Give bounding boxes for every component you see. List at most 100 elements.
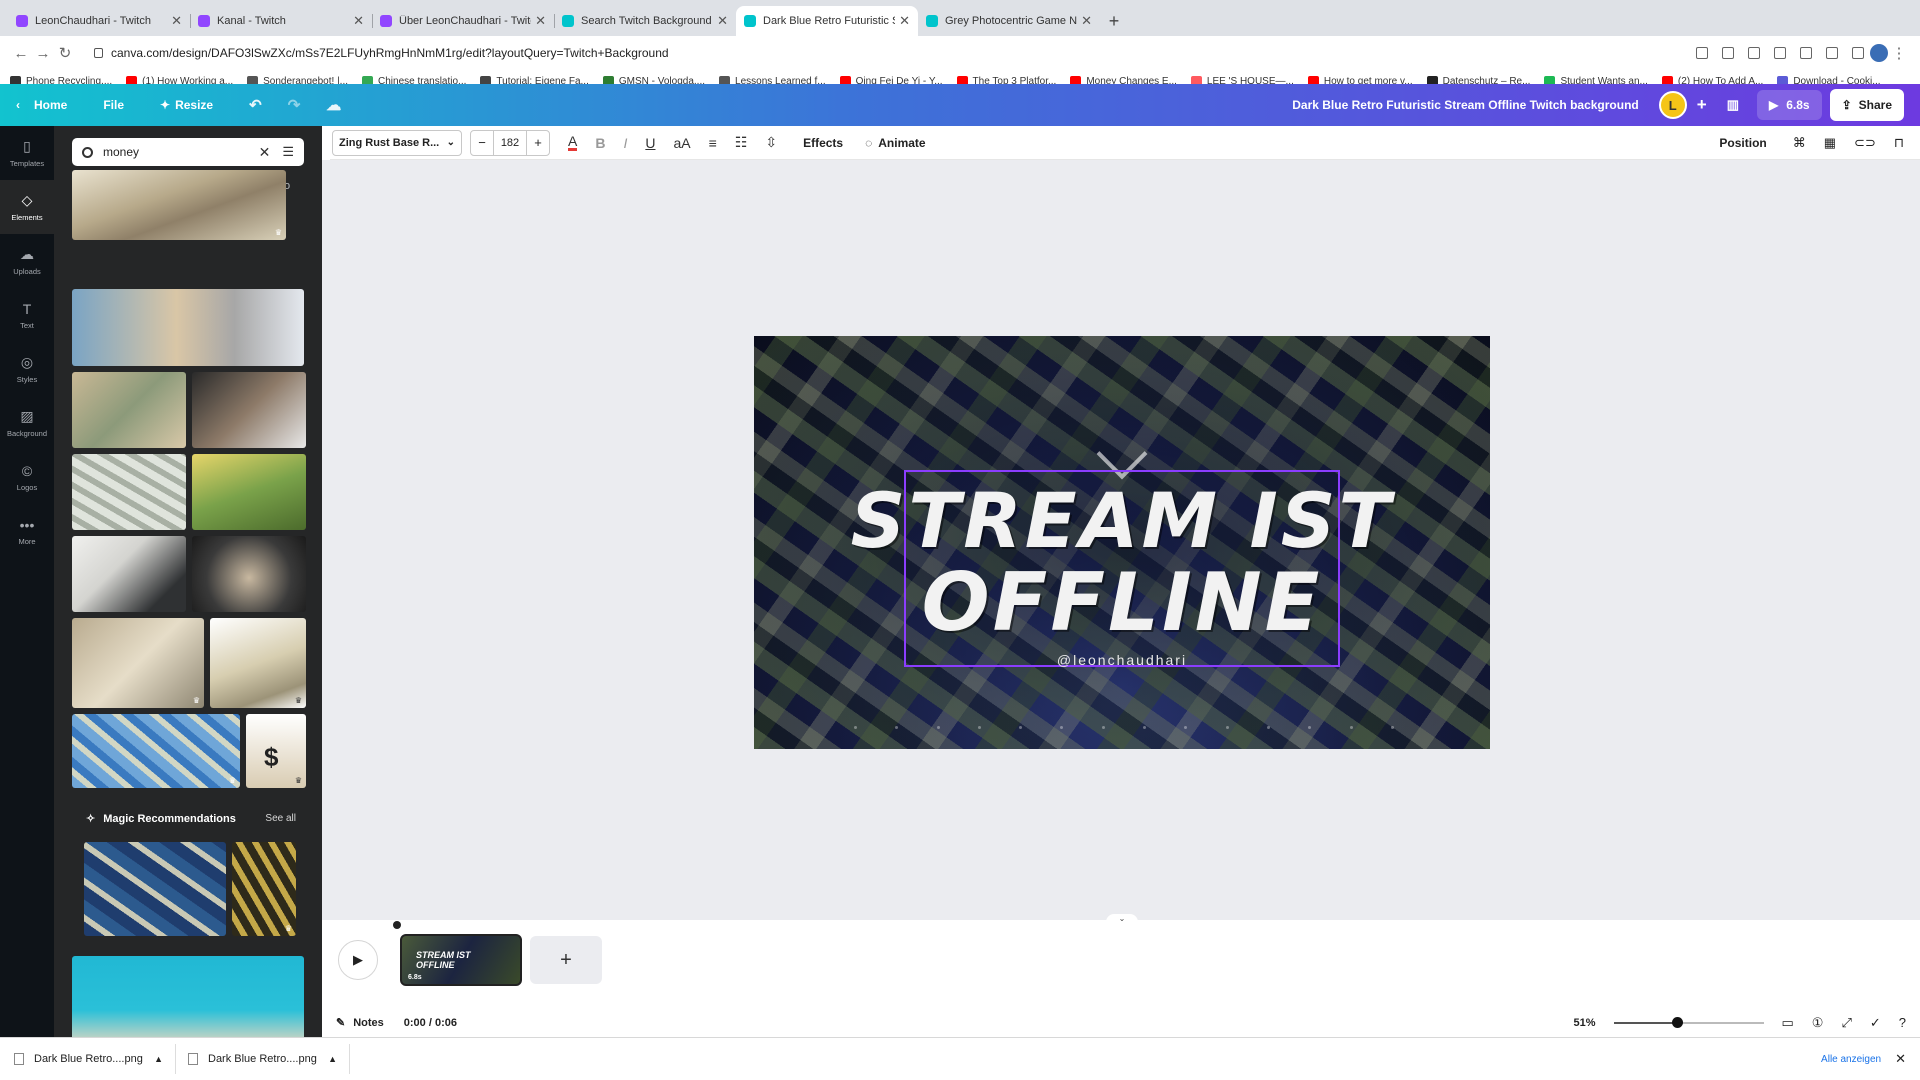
- photo-thumbnail[interactable]: $ ♛: [246, 714, 306, 788]
- photo-thumbnail[interactable]: ♛: [232, 842, 296, 936]
- link-icon[interactable]: ⊂⊃: [1854, 135, 1876, 151]
- profile-avatar[interactable]: [1870, 44, 1888, 62]
- transparency-icon[interactable]: ▦: [1824, 135, 1836, 151]
- paint-format-icon[interactable]: ⌘: [1793, 135, 1806, 151]
- help-icon[interactable]: ?: [1899, 1015, 1906, 1031]
- add-page-button[interactable]: +: [530, 936, 602, 984]
- browser-tab[interactable]: Grey Photocentric Game Night✕: [918, 6, 1100, 36]
- invite-plus-icon[interactable]: +: [1697, 95, 1707, 115]
- timeline-page-clip[interactable]: STREAM IST OFFLINE 6.8s: [400, 934, 522, 986]
- rail-item-elements[interactable]: ◇ Elements: [0, 180, 54, 234]
- zoom-slider-knob[interactable]: [1671, 1016, 1683, 1028]
- chevron-up-icon[interactable]: ▲: [154, 1054, 163, 1064]
- align-center-icon[interactable]: ≡: [709, 135, 717, 151]
- rail-item-text[interactable]: T Text: [0, 288, 54, 342]
- forward-icon[interactable]: →: [32, 45, 54, 62]
- photo-thumbnail[interactable]: [192, 536, 306, 612]
- rail-item-background[interactable]: ▨ Background: [0, 396, 54, 450]
- translate-icon[interactable]: [1696, 47, 1708, 59]
- file-menu-button[interactable]: File: [103, 98, 124, 112]
- font-selector[interactable]: Zing Rust Base R... ⌄: [332, 129, 462, 156]
- increase-size-button[interactable]: +: [527, 135, 549, 150]
- insights-chart-icon[interactable]: ▥: [1727, 97, 1739, 113]
- home-button[interactable]: ‹ Home: [16, 98, 67, 112]
- rail-item-uploads[interactable]: ☁ Uploads: [0, 234, 54, 288]
- bold-icon[interactable]: B: [595, 135, 605, 151]
- headline-line1[interactable]: STREAM IST: [754, 476, 1490, 565]
- see-all-link[interactable]: See all: [265, 813, 296, 824]
- list-icon[interactable]: ☷: [735, 134, 748, 151]
- headline-line2[interactable]: OFFLINE: [754, 556, 1490, 649]
- url-field[interactable]: canva.com/design/DAFO3lSwZXc/mSs7E2LFUyh…: [86, 40, 1686, 66]
- timeline-collapse-tab[interactable]: ⌄: [1106, 914, 1138, 924]
- rail-item-logos[interactable]: © Logos: [0, 450, 54, 504]
- puzzle-icon[interactable]: [1800, 47, 1812, 59]
- check-icon[interactable]: ✓: [1870, 1015, 1881, 1031]
- photo-thumbnail[interactable]: [192, 454, 306, 530]
- reload-icon[interactable]: ↻: [54, 44, 76, 62]
- letter-case-icon[interactable]: aA: [673, 135, 690, 151]
- back-icon[interactable]: ←: [10, 45, 32, 62]
- filter-icon[interactable]: ☰: [282, 144, 294, 160]
- share-page-icon[interactable]: [1722, 47, 1734, 59]
- photo-thumbnail[interactable]: [72, 372, 186, 448]
- download-item[interactable]: Dark Blue Retro....png ▲: [188, 1044, 350, 1074]
- tab-close-icon[interactable]: ✕: [535, 13, 546, 29]
- browser-tab[interactable]: Search Twitch Background - C ✕: [554, 6, 736, 36]
- tab-close-icon[interactable]: ✕: [717, 13, 728, 29]
- search-input[interactable]: money ✕ ☰: [72, 138, 304, 166]
- zoom-percent[interactable]: 51%: [1573, 1017, 1595, 1029]
- download-item[interactable]: Dark Blue Retro....png ▲: [14, 1044, 176, 1074]
- decrease-size-button[interactable]: −: [471, 135, 493, 150]
- grid-view-icon[interactable]: ▭: [1782, 1015, 1794, 1031]
- lock-icon[interactable]: ⊓: [1894, 135, 1904, 151]
- rail-item-styles[interactable]: ◎ Styles: [0, 342, 54, 396]
- redo-icon[interactable]: ↷: [288, 96, 301, 114]
- resize-button[interactable]: ✦ Resize: [160, 98, 213, 112]
- photo-thumbnail[interactable]: [192, 372, 306, 448]
- browser-tab[interactable]: LeonChaudhari - Twitch ✕: [8, 6, 190, 36]
- chevron-up-icon[interactable]: ▲: [328, 1054, 337, 1064]
- fullscreen-icon[interactable]: ⤢: [1841, 1015, 1851, 1031]
- browser-tab[interactable]: Dark Blue Retro Futuristic Str ✕: [736, 6, 918, 36]
- sidepanel-icon[interactable]: [1852, 47, 1864, 59]
- undo-icon[interactable]: ↶: [249, 96, 262, 114]
- clear-search-icon[interactable]: ✕: [259, 144, 271, 161]
- photo-thumbnail[interactable]: ♛: [72, 714, 240, 788]
- photo-thumbnail[interactable]: [72, 289, 304, 366]
- tab-close-icon[interactable]: ✕: [899, 13, 910, 29]
- zoom-slider[interactable]: [1613, 1016, 1764, 1028]
- new-tab-icon[interactable]: +: [1100, 6, 1128, 36]
- italic-icon[interactable]: I: [623, 135, 627, 151]
- browser-menu-icon[interactable]: ⋮: [1888, 44, 1910, 62]
- bookmark-star-icon[interactable]: [1748, 47, 1760, 59]
- close-downloads-icon[interactable]: ✕: [1895, 1051, 1906, 1067]
- photo-thumbnail[interactable]: ♛: [72, 618, 204, 708]
- photo-thumbnail[interactable]: [72, 454, 186, 530]
- channel-handle[interactable]: @leonchaudhari: [754, 652, 1490, 668]
- notes-button[interactable]: ✎ Notes: [336, 1016, 384, 1030]
- extension-icon[interactable]: [1774, 47, 1786, 59]
- position-button[interactable]: Position: [1719, 136, 1766, 150]
- cloud-save-icon[interactable]: ☁: [326, 96, 341, 114]
- show-all-downloads-link[interactable]: Alle anzeigen: [1821, 1054, 1881, 1065]
- photo-thumbnail[interactable]: ♛: [210, 618, 306, 708]
- photo-thumbnail[interactable]: [72, 956, 304, 1037]
- playhead-marker[interactable]: [393, 921, 401, 929]
- photo-thumbnail[interactable]: [72, 536, 186, 612]
- rail-item-templates[interactable]: ▯ Templates: [0, 126, 54, 180]
- reading-list-icon[interactable]: [1826, 47, 1838, 59]
- spacing-icon[interactable]: ⇳: [765, 134, 777, 151]
- effects-button[interactable]: Effects: [803, 136, 843, 150]
- tab-close-icon[interactable]: ✕: [353, 13, 364, 29]
- text-color-icon[interactable]: A: [568, 134, 578, 151]
- font-size-value[interactable]: 182: [493, 130, 527, 155]
- tab-close-icon[interactable]: ✕: [171, 13, 182, 29]
- user-avatar[interactable]: L: [1658, 91, 1687, 119]
- animate-button[interactable]: ◌ Animate: [865, 136, 925, 150]
- photo-thumbnail[interactable]: [84, 842, 226, 936]
- page-count-icon[interactable]: ①: [1812, 1015, 1824, 1031]
- rail-item-more[interactable]: ••• More: [0, 504, 54, 558]
- browser-tab[interactable]: Über LeonChaudhari - Twitch ✕: [372, 6, 554, 36]
- share-button[interactable]: ⇪ Share: [1829, 89, 1904, 121]
